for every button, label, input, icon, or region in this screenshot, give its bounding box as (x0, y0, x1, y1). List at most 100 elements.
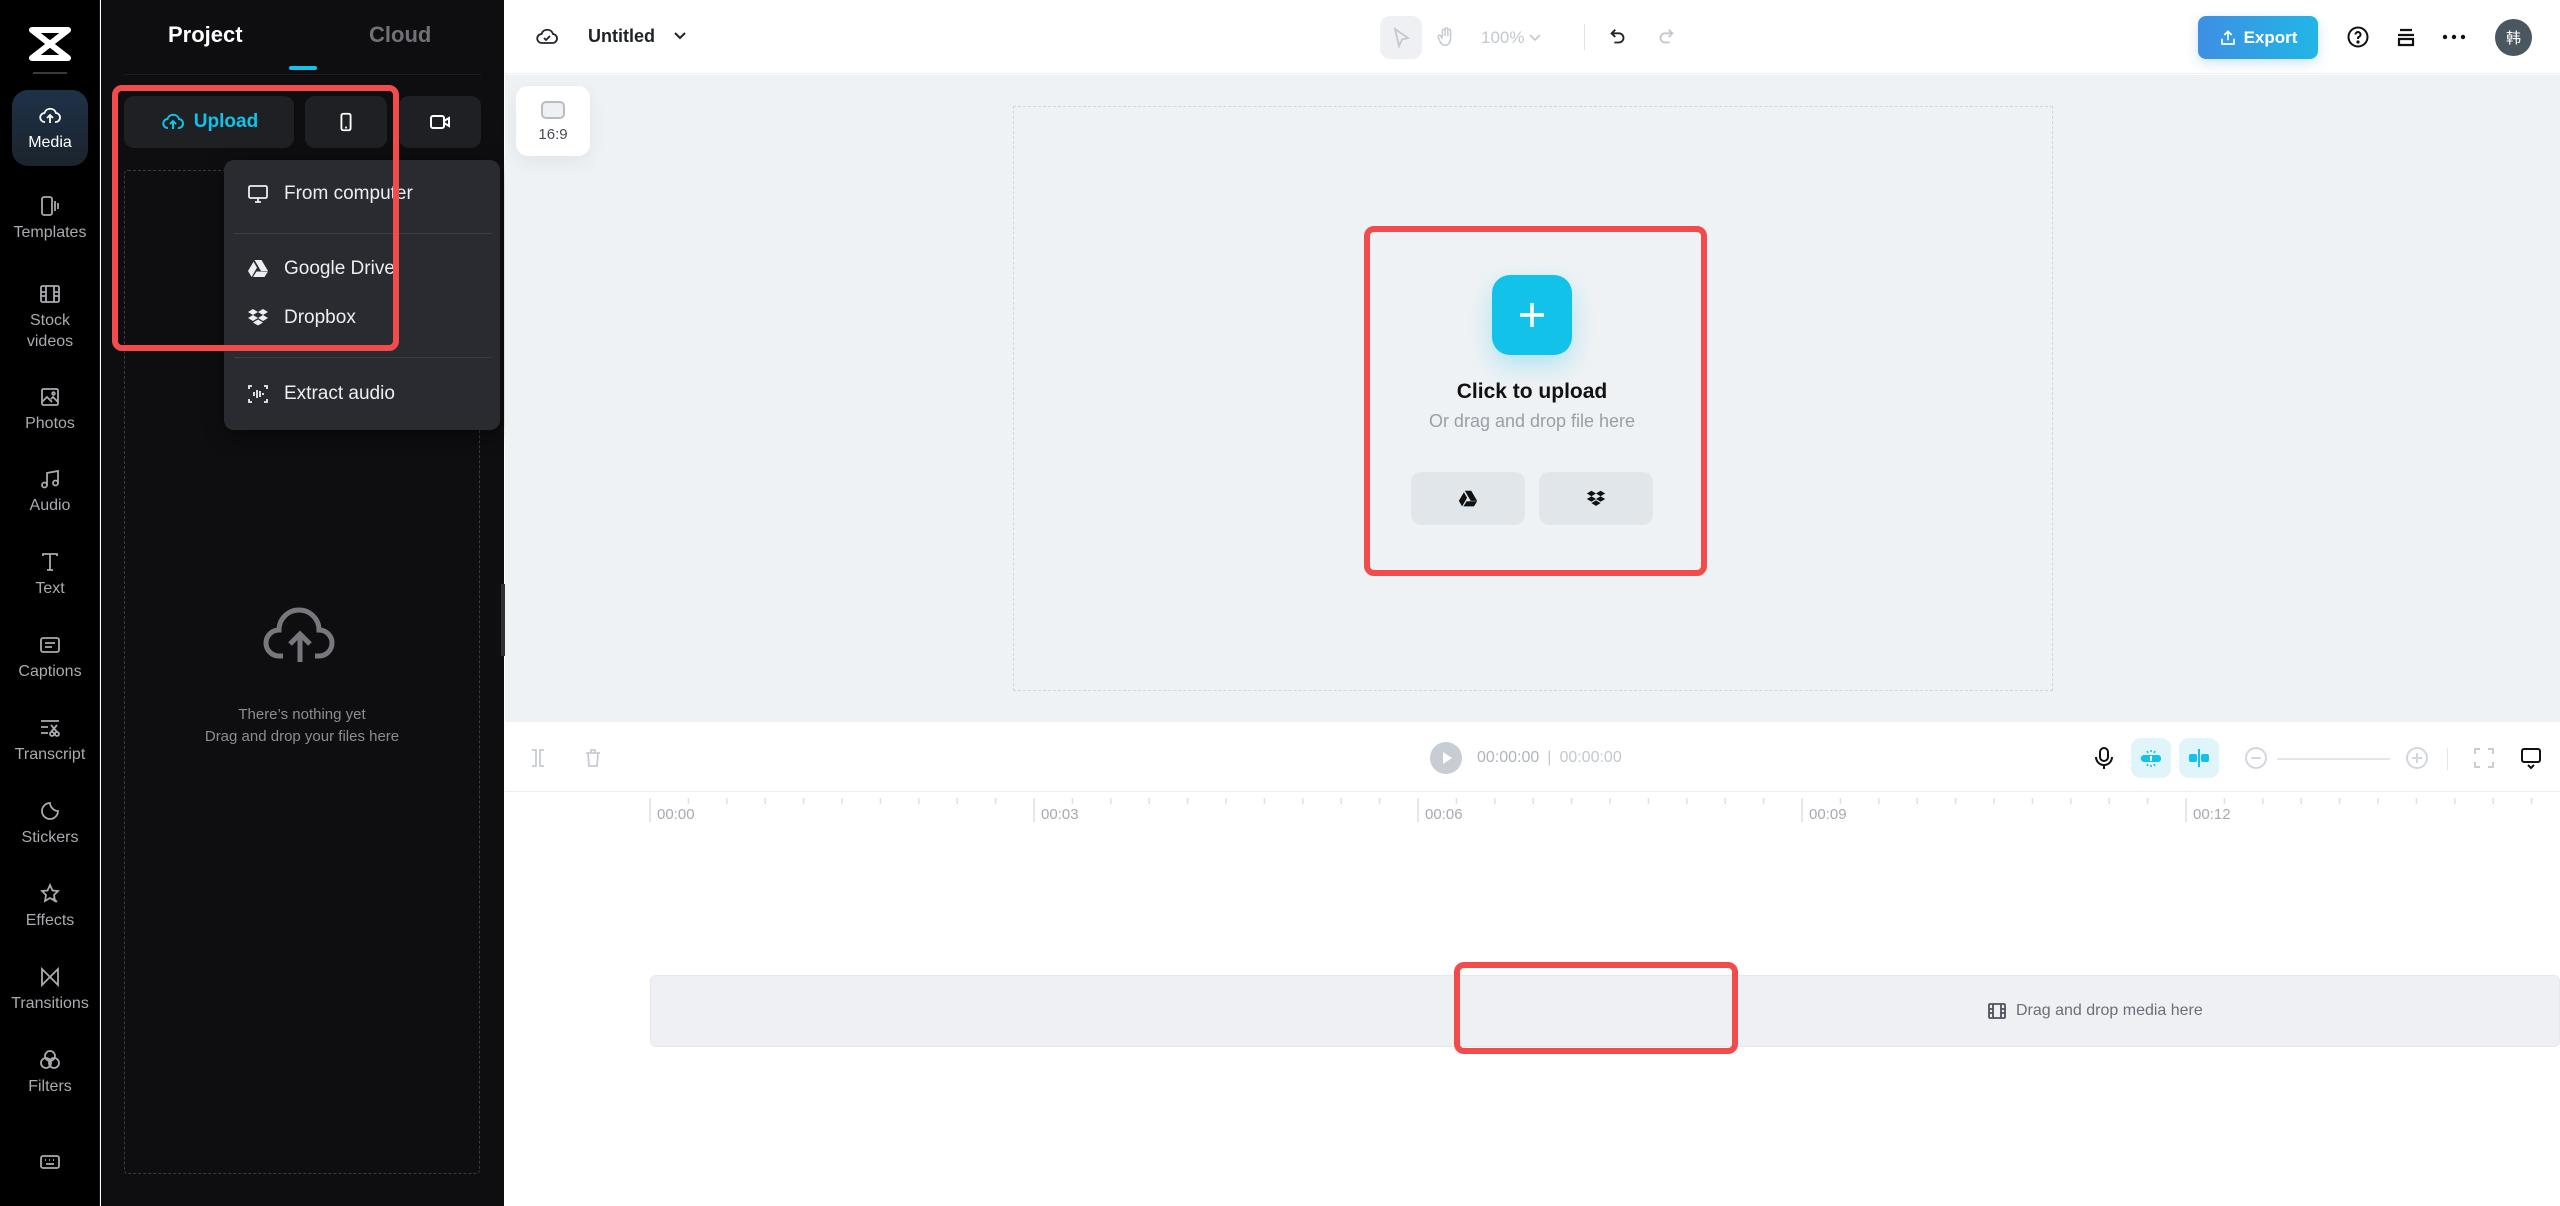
dropbox-icon (248, 309, 268, 326)
pointer-icon (1393, 26, 1411, 49)
left-rail: Media Templates Stock videos Photos Audi… (0, 0, 100, 1206)
zoom-out-button[interactable] (2236, 738, 2276, 778)
aspect-ratio-icon (541, 100, 565, 119)
click-to-upload-subtitle: Or drag and drop file here (1428, 411, 1636, 431)
menu-item-extract-audio[interactable]: Extract audio (246, 382, 395, 406)
fit-timeline-button[interactable] (2464, 738, 2504, 778)
undo-icon (1610, 29, 1625, 44)
zoom-in-button[interactable] (2397, 738, 2437, 778)
track-placeholder-label: Drag and drop media here (2016, 1002, 2203, 1019)
play-icon (1430, 742, 1462, 774)
select-tool-button[interactable] (1380, 16, 1422, 59)
transition-bowtie-icon (41, 966, 59, 988)
google-drive-icon (1458, 490, 1478, 506)
timecode: 00:00:00 | 00:00:00 (1477, 749, 1622, 767)
aspect-ratio-button[interactable]: 16:9 (516, 86, 590, 156)
click-to-upload-title[interactable]: Click to upload (1370, 380, 1694, 404)
rail-label: Media (28, 133, 72, 151)
empty-subtitle: Drag and drop your files here (204, 728, 400, 745)
play-button[interactable] (1426, 738, 1466, 778)
linkage-toggle[interactable] (2179, 738, 2219, 778)
split-center-icon (2189, 749, 2209, 767)
tab-cloud[interactable]: Cloud (369, 22, 431, 48)
rail-label: Captions (18, 663, 82, 680)
help-button[interactable] (2345, 24, 2371, 50)
cloud-upload-icon (162, 113, 184, 129)
tab-project[interactable]: Project (168, 22, 243, 48)
redo-button[interactable] (1653, 24, 1679, 50)
effects-star-icon (40, 882, 60, 903)
menu-item-label: Extract audio (284, 383, 395, 404)
ellipsis-icon (2442, 34, 2466, 40)
film-icon (40, 285, 60, 303)
add-media-button[interactable] (1492, 275, 1572, 355)
film-icon (1988, 1003, 2006, 1019)
rail-label: Filters (28, 1078, 72, 1095)
tick-label: 00:12 (2193, 806, 2231, 823)
layers-button[interactable] (2393, 24, 2419, 50)
keyboard-shortcuts-button[interactable] (12, 1150, 88, 1178)
rail-label: Templates (13, 224, 87, 241)
rail-item-captions[interactable]: Captions (12, 633, 88, 682)
timeline: 00:00:00 | 00:00:00 00:00 00:03 00:06 00… (505, 722, 2560, 1206)
zoom-level-dropdown[interactable]: 100% (1481, 28, 1542, 48)
cloud-save-status[interactable] (535, 24, 559, 48)
top-bar: Untitled 100% Export 韩 (505, 0, 2560, 74)
tick-label: 00:09 (1809, 806, 1847, 823)
rail-item-audio[interactable]: Audio (12, 467, 88, 516)
hand-tool-button[interactable] (1429, 18, 1463, 56)
undo-button[interactable] (1605, 24, 1631, 50)
export-button[interactable]: Export (2198, 16, 2318, 59)
cloud-upload-icon (39, 107, 61, 123)
menu-item-dropbox[interactable]: Dropbox (246, 306, 356, 330)
transcript-icon (41, 720, 60, 737)
magnet-snap-icon (2141, 750, 2161, 767)
rail-item-effects[interactable]: Effects (12, 882, 88, 931)
record-voiceover-button[interactable] (2084, 738, 2124, 778)
auto-snap-toggle[interactable] (2131, 738, 2171, 778)
share-upload-icon (2220, 29, 2235, 45)
google-drive-icon (248, 260, 268, 277)
rail-label: Stickers (21, 829, 79, 846)
chevron-down-icon (674, 32, 686, 40)
rail-item-stickers[interactable]: Stickers (12, 799, 88, 848)
tick-label: 00:03 (1041, 806, 1079, 823)
cloud-check-icon (536, 28, 558, 44)
hand-icon (1437, 27, 1452, 46)
rail-item-photos[interactable]: Photos (12, 385, 88, 434)
project-title[interactable]: Untitled (588, 26, 655, 47)
image-icon (41, 388, 59, 406)
dropbox-button[interactable] (1539, 472, 1653, 525)
rail-item-stock-videos[interactable]: Stock videos (12, 282, 88, 352)
split-button[interactable] (518, 738, 558, 778)
rail-label: Photos (25, 415, 75, 432)
user-avatar[interactable]: 韩 (2495, 19, 2532, 56)
more-options-button[interactable] (2440, 24, 2468, 50)
google-drive-button[interactable] (1411, 472, 1525, 525)
rail-item-filters[interactable]: Filters (12, 1048, 88, 1097)
preview-monitor-button[interactable] (2511, 738, 2551, 778)
menu-item-google-drive[interactable]: Google Drive (246, 257, 395, 281)
tab-divider (124, 74, 481, 75)
rail-item-transcript[interactable]: Transcript (12, 716, 88, 765)
rail-item-templates[interactable]: Templates (12, 194, 88, 243)
menu-separator (234, 357, 492, 358)
record-button[interactable] (399, 96, 481, 148)
upload-button[interactable]: Upload (124, 96, 294, 148)
rail-item-transitions[interactable]: Transitions (11, 965, 89, 1014)
stack-icon (2397, 28, 2415, 47)
time-ruler (649, 798, 2533, 822)
help-circle-icon (2347, 26, 2369, 48)
rail-item-text[interactable]: Text (12, 550, 88, 599)
project-menu-dropdown[interactable] (672, 28, 688, 44)
split-icon (532, 749, 544, 767)
rail-item-media[interactable]: Media (12, 90, 88, 166)
timeline-zoom-slider[interactable] (2277, 758, 2390, 760)
menu-item-from-computer[interactable]: From computer (246, 182, 413, 206)
phone-upload-button[interactable] (305, 96, 387, 148)
menu-item-label: Google Drive (284, 258, 395, 279)
main-track-dropzone[interactable] (650, 975, 2560, 1047)
tick-label: 00:06 (1425, 806, 1463, 823)
menu-separator (234, 233, 492, 234)
delete-button[interactable] (573, 738, 613, 778)
